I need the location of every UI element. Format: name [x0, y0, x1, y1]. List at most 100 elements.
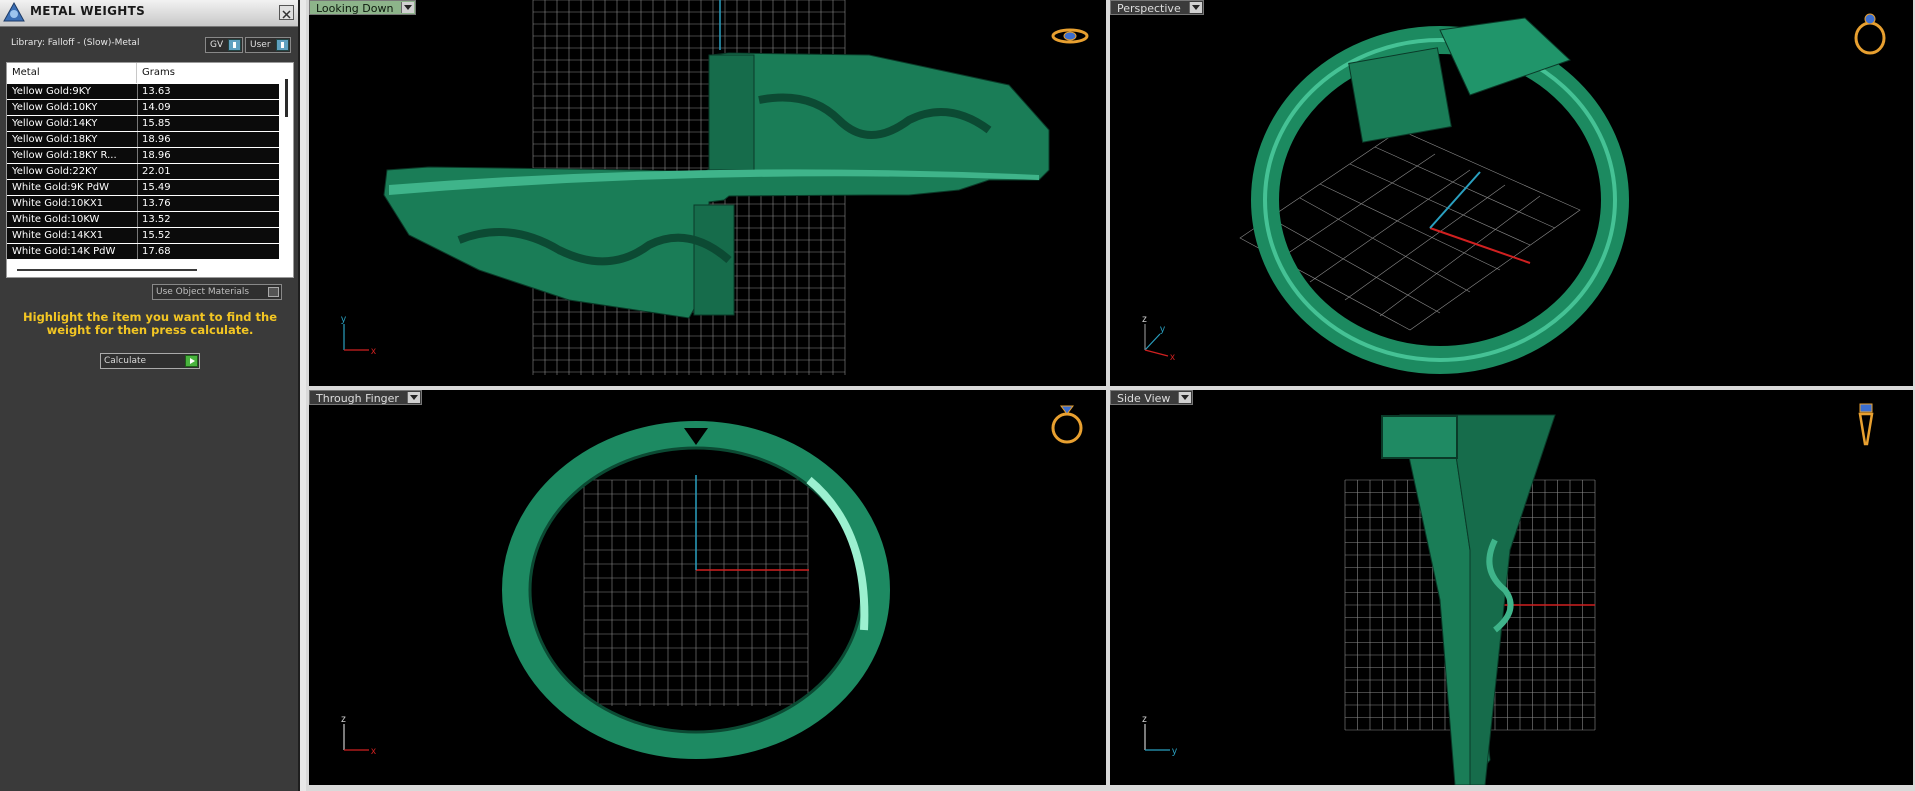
panel-title: METAL WEIGHTS [30, 4, 146, 18]
through-finger-title: Through Finger [316, 392, 399, 405]
cell-divider [137, 228, 138, 243]
instructions-text: Highlight the item you want to find the … [23, 310, 277, 337]
looking-down-scene [383, 0, 1050, 375]
info-icon [276, 39, 289, 51]
axis-label-y: y [341, 314, 346, 325]
ring-side-view-icon[interactable] [1852, 398, 1880, 448]
table-row[interactable]: Yellow Gold:9KY 13.63 [7, 84, 279, 99]
horizontal-scrollbar[interactable] [17, 269, 197, 271]
grams-cell: 13.52 [142, 214, 171, 225]
gv-label: GV [210, 40, 224, 50]
table-row[interactable]: White Gold:9K PdW 15.49 [7, 180, 279, 195]
cell-divider [137, 148, 138, 163]
play-icon [185, 355, 198, 367]
looking-down-title: Looking Down [316, 2, 394, 15]
close-button[interactable] [279, 5, 294, 20]
cell-divider [137, 100, 138, 115]
metal-table: Metal Grams Yellow Gold:9KY 13.63 Yellow G… [6, 62, 294, 278]
axis-label-z: z [341, 714, 346, 725]
metal-cell: Yellow Gold:22KY [12, 166, 98, 177]
grams-cell: 18.96 [142, 134, 171, 145]
axis-label-z: z [1142, 714, 1147, 725]
cell-divider [137, 164, 138, 179]
metal-weights-panel: METAL WEIGHTS Library: Falloff - (Slow)-… [0, 0, 300, 791]
axis-triad: z y [1142, 714, 1177, 757]
table-rows: Yellow Gold:9KY 13.63 Yellow Gold:10KY 14.0… [7, 84, 279, 260]
cell-divider [137, 196, 138, 211]
cell-divider [137, 212, 138, 227]
metal-cell: Yellow Gold:9KY [12, 86, 91, 97]
table-row[interactable]: Yellow Gold:14KY 15.85 [7, 116, 279, 131]
grams-cell: 15.85 [142, 118, 171, 129]
side-view-title: Side View [1117, 392, 1171, 405]
axis-label-x: x [371, 346, 376, 357]
viewport-looking-down[interactable]: Looking Down y x [309, 0, 1106, 386]
axis-triad: z y x [1142, 314, 1175, 362]
metal-cell: Yellow Gold:10KY [12, 102, 98, 113]
user-label: User [250, 40, 271, 50]
table-row[interactable]: Yellow Gold:18KY R... 18.96 [7, 148, 279, 163]
ring-perspective-icon[interactable] [1850, 8, 1890, 56]
axis-triad: y x [341, 314, 376, 357]
perspective-title: Perspective [1117, 2, 1181, 15]
close-icon [282, 10, 291, 19]
metal-cell: White Gold:14KX1 [12, 230, 104, 241]
table-row[interactable]: Yellow Gold:10KY 14.09 [7, 100, 279, 115]
viewport-label-perspective[interactable]: Perspective [1110, 0, 1204, 15]
chevron-down-icon [1178, 392, 1192, 403]
grams-cell: 15.49 [142, 182, 171, 193]
table-row[interactable]: Yellow Gold:22KY 22.01 [7, 164, 279, 179]
axis-label-y: y [1160, 324, 1165, 335]
metal-cell: White Gold:10KX1 [12, 198, 104, 209]
library-label: Library: Falloff - (Slow)-Metal [11, 38, 140, 48]
grams-cell: 13.63 [142, 86, 171, 97]
viewport-label-looking-down[interactable]: Looking Down [309, 0, 417, 15]
info-icon [228, 39, 241, 51]
user-info-button[interactable]: User [245, 37, 291, 53]
use-object-materials-button[interactable]: Use Object Materials [152, 284, 282, 300]
cell-divider [137, 180, 138, 195]
calculate-button[interactable]: Calculate [100, 353, 200, 369]
metal-cell: White Gold:9K PdW [12, 182, 109, 193]
calculate-label: Calculate [104, 356, 147, 366]
vertical-scrollbar[interactable] [285, 79, 288, 117]
cell-divider [137, 244, 138, 259]
viewport-area: Looking Down y x Perspective z y x Throu… [306, 0, 1915, 791]
table-row[interactable]: Yellow Gold:18KY 18.96 [7, 132, 279, 147]
table-row[interactable]: White Gold:14KX1 15.52 [7, 228, 279, 243]
axis-label-x: x [1170, 352, 1175, 362]
axis-triad: z x [341, 714, 376, 757]
metal-cell: White Gold:10KW [12, 214, 100, 225]
grams-cell: 17.68 [142, 246, 171, 257]
metal-cell: White Gold:14K PdW [12, 246, 116, 257]
cell-divider [137, 84, 138, 99]
table-row[interactable]: White Gold:10KX1 13.76 [7, 196, 279, 211]
metal-cell: Yellow Gold:18KY [12, 134, 98, 145]
use-object-materials-label: Use Object Materials [156, 287, 250, 297]
cell-divider [137, 132, 138, 147]
side-view-scene [1344, 414, 1596, 785]
ring-top-view-icon[interactable] [1050, 24, 1090, 48]
library-row: Library: Falloff - (Slow)-Metal GV User [0, 28, 298, 58]
viewport-side-view[interactable]: Side View z y [1110, 390, 1913, 785]
viewport-through-finger[interactable]: Through Finger z x [309, 390, 1106, 785]
ring-model [1381, 414, 1556, 785]
ring-front-view-icon[interactable] [1047, 398, 1087, 446]
chevron-down-icon [401, 2, 415, 13]
axis-label-x: x [371, 746, 376, 757]
cell-divider [137, 116, 138, 131]
grams-cell: 13.76 [142, 198, 171, 209]
grams-cell: 15.52 [142, 230, 171, 241]
table-header: Metal Grams [7, 63, 277, 83]
viewport-perspective[interactable]: Perspective z y x [1110, 0, 1913, 386]
app-logo-icon [3, 1, 25, 22]
column-header-grams[interactable]: Grams [137, 63, 277, 83]
column-header-metal[interactable]: Metal [7, 63, 137, 83]
table-row[interactable]: White Gold:10KW 13.52 [7, 212, 279, 227]
perspective-scene [1239, 17, 1629, 374]
gv-info-button[interactable]: GV [205, 37, 243, 53]
viewport-label-side-view[interactable]: Side View [1110, 390, 1194, 405]
table-row[interactable]: White Gold:14K PdW 17.68 [7, 244, 279, 259]
axis-label-z: z [1142, 314, 1147, 325]
viewport-label-through-finger[interactable]: Through Finger [309, 390, 422, 405]
